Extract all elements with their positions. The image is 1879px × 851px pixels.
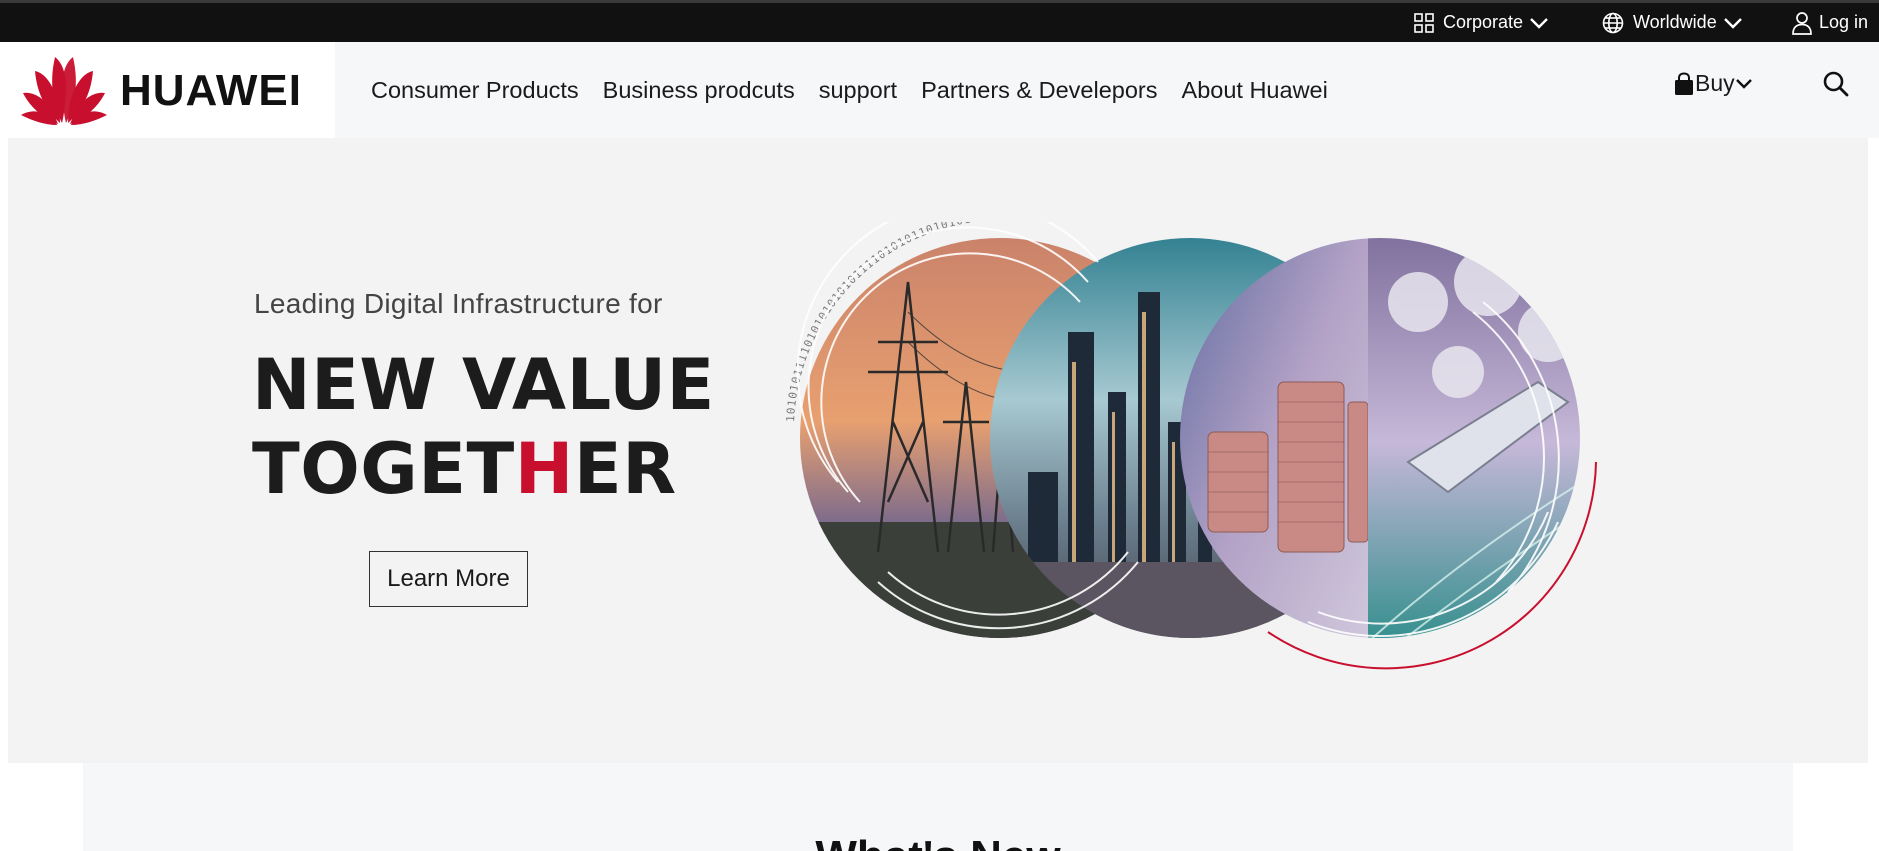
utility-bar: Corporate Worldwide Log in bbox=[0, 0, 1879, 42]
search-button[interactable] bbox=[1822, 70, 1850, 103]
hero-title: NEW VALUE TOGETHER bbox=[252, 343, 715, 511]
chevron-down-icon bbox=[1529, 17, 1549, 29]
learn-more-button[interactable]: Learn More bbox=[369, 551, 528, 607]
hero-banner: Leading Digital Infrastructure for NEW V… bbox=[8, 138, 1868, 763]
logo[interactable]: HUAWEI bbox=[0, 42, 335, 138]
hero-title-accent-letter: H bbox=[514, 428, 574, 510]
nav-links: Consumer Products Business prodcuts supp… bbox=[371, 42, 1352, 138]
corporate-menu[interactable]: Corporate bbox=[1414, 3, 1549, 42]
search-icon bbox=[1822, 71, 1850, 102]
hero-title-part: TOGET bbox=[252, 428, 515, 510]
hero-title-line1: NEW VALUE bbox=[252, 344, 715, 426]
login-label: Log in bbox=[1819, 12, 1869, 32]
grid-icon bbox=[1414, 12, 1434, 33]
buy-menu[interactable]: Buy bbox=[1673, 70, 1753, 97]
hero-illustration: 1010101111010101010101111010101101010101 bbox=[768, 200, 1608, 677]
hero-title-line2: TOGETHER bbox=[252, 427, 715, 511]
worldwide-menu[interactable]: Worldwide bbox=[1602, 3, 1743, 42]
chevron-down-icon bbox=[1723, 17, 1743, 29]
corporate-label: Corporate bbox=[1443, 12, 1524, 32]
user-icon bbox=[1791, 11, 1813, 35]
hero-title-part: ER bbox=[573, 428, 677, 510]
nav-item-partners-developers[interactable]: Partners & Develepors bbox=[921, 77, 1157, 104]
huawei-flower-icon bbox=[19, 53, 109, 132]
shopping-bag-icon bbox=[1673, 71, 1695, 96]
main-nav: HUAWEI Consumer Products Business prodcu… bbox=[0, 42, 1879, 138]
nav-item-about-huawei[interactable]: About Huawei bbox=[1182, 77, 1328, 104]
buy-label: Buy bbox=[1695, 70, 1735, 96]
logo-text: HUAWEI bbox=[120, 66, 302, 115]
chevron-down-icon bbox=[1735, 78, 1753, 90]
nav-item-support[interactable]: support bbox=[819, 77, 897, 104]
globe-icon bbox=[1602, 12, 1624, 34]
hero-subtitle: Leading Digital Infrastructure for bbox=[254, 288, 663, 319]
login-link[interactable]: Log in bbox=[1791, 3, 1868, 42]
section-heading: What's New bbox=[83, 833, 1793, 851]
whats-new-section: What's New bbox=[83, 763, 1793, 851]
nav-item-consumer-products[interactable]: Consumer Products bbox=[371, 77, 579, 104]
nav-item-business-products[interactable]: Business prodcuts bbox=[603, 77, 795, 104]
worldwide-label: Worldwide bbox=[1633, 12, 1717, 32]
